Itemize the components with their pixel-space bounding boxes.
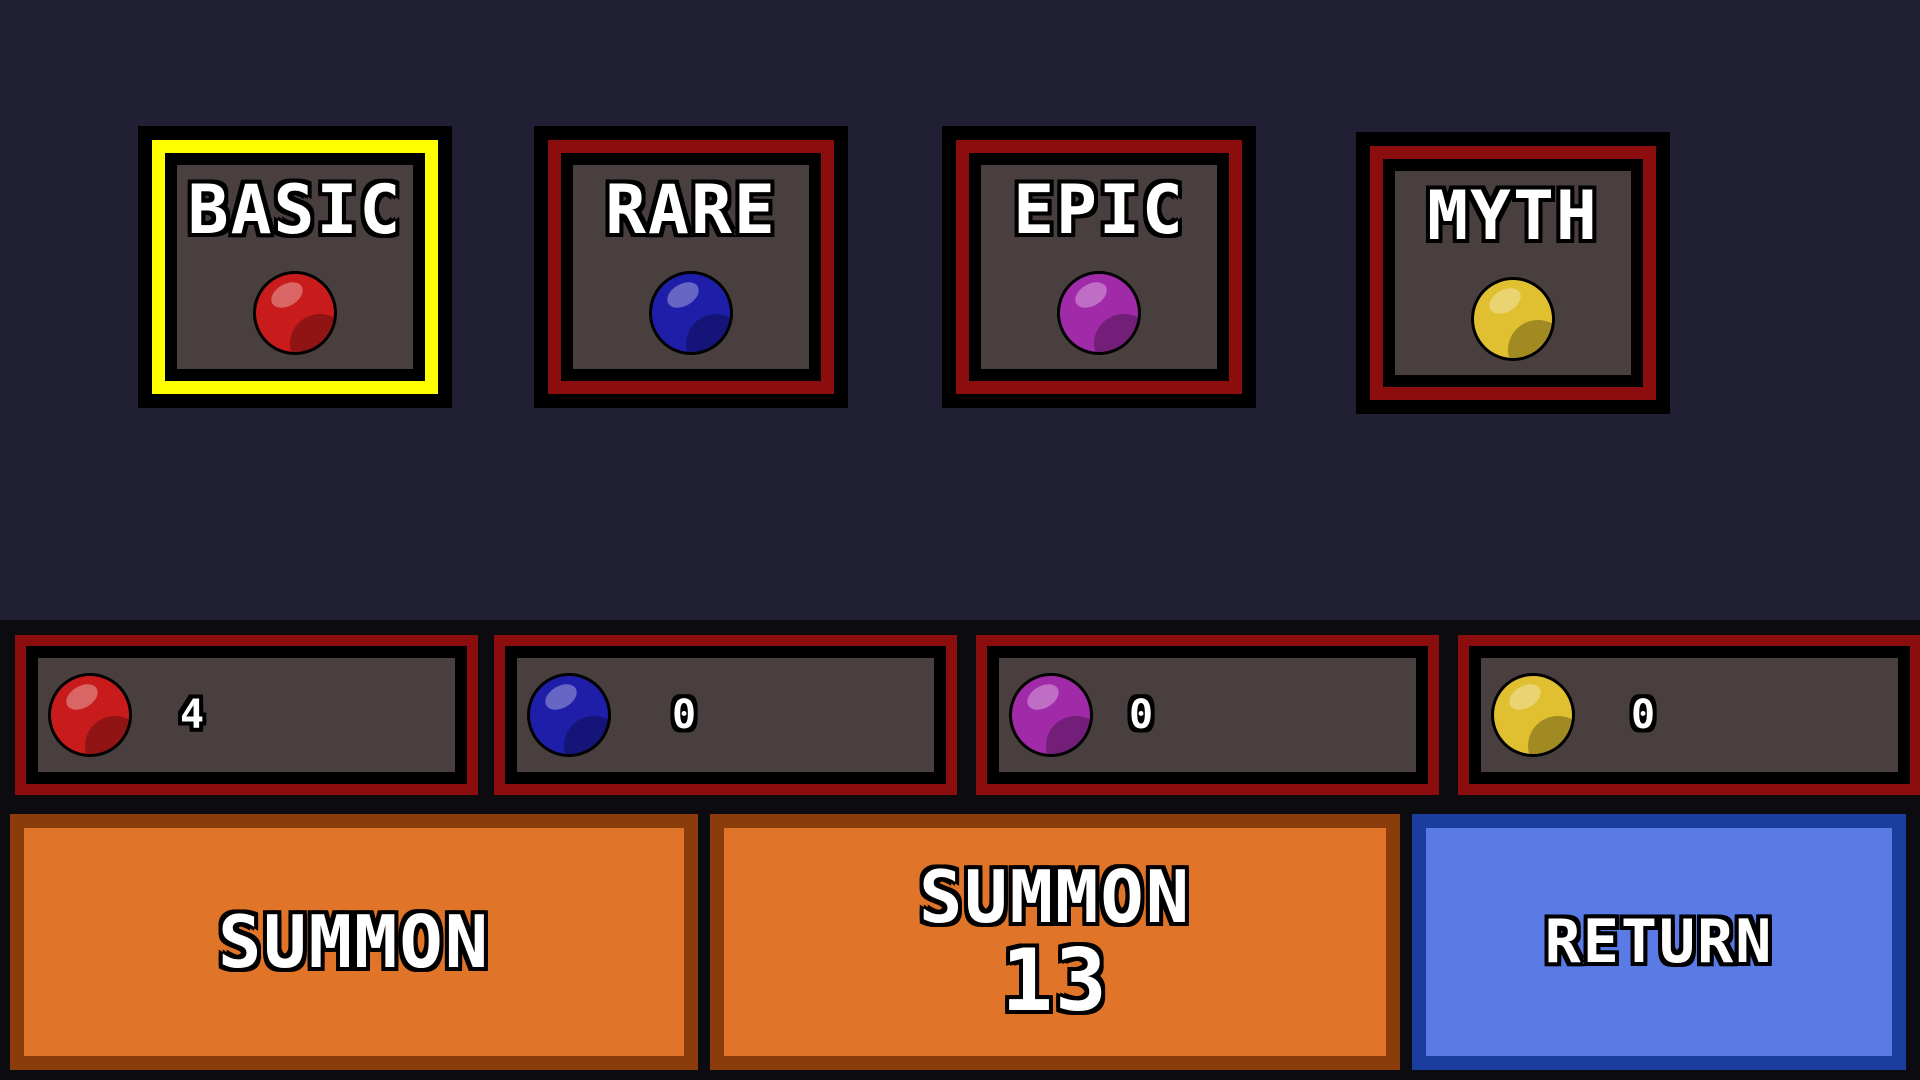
red-orb-icon xyxy=(48,673,132,757)
currency-count-red: 4 xyxy=(180,692,207,738)
tier-label-rare: RARE xyxy=(605,171,777,250)
currency-panel-blue: 0 xyxy=(505,646,946,784)
tier-label-epic: EPIC xyxy=(1013,171,1185,250)
currency-bar: 4 0 0 0 xyxy=(0,620,1920,806)
tier-label-myth: MYTH xyxy=(1427,177,1599,256)
tier-card-epic[interactable]: EPIC xyxy=(942,126,1256,408)
tier-frame-rare: RARE xyxy=(548,140,834,394)
red-orb-icon xyxy=(253,271,337,355)
return-button[interactable]: RETURN xyxy=(1412,814,1906,1070)
purple-orb-icon xyxy=(1009,673,1093,757)
tier-panel-epic: EPIC xyxy=(969,153,1229,381)
blue-orb-icon xyxy=(649,271,733,355)
currency-slot-yellow: 0 xyxy=(1458,635,1920,795)
summon-multi-count: 13 xyxy=(1001,931,1109,1031)
currency-slot-red: 4 xyxy=(15,635,478,795)
tier-frame-epic: EPIC xyxy=(956,140,1242,394)
currency-panel-purple: 0 xyxy=(987,646,1428,784)
yellow-orb-icon xyxy=(1471,277,1555,361)
tier-panel-basic: BASIC xyxy=(165,153,425,381)
yellow-orb-icon xyxy=(1491,673,1575,757)
purple-orb-icon xyxy=(1057,271,1141,355)
currency-panel-red: 4 xyxy=(26,646,467,784)
tier-label-basic: BASIC xyxy=(187,171,403,250)
summon-multi-button-label: SUMMON xyxy=(918,855,1192,939)
tier-frame-basic: BASIC xyxy=(152,140,438,394)
action-bar: SUMMON SUMMON 13 RETURN xyxy=(0,806,1920,1080)
tier-card-myth[interactable]: MYTH xyxy=(1356,132,1670,414)
return-button-label: RETURN xyxy=(1544,907,1774,977)
currency-count-purple: 0 xyxy=(1129,692,1156,738)
currency-slot-purple: 0 xyxy=(976,635,1439,795)
tier-card-basic[interactable]: BASIC xyxy=(138,126,452,408)
tier-card-rare[interactable]: RARE xyxy=(534,126,848,408)
currency-count-blue: 0 xyxy=(672,692,699,738)
summon-button[interactable]: SUMMON xyxy=(10,814,698,1070)
currency-slot-blue: 0 xyxy=(494,635,957,795)
currency-panel-yellow: 0 xyxy=(1469,646,1910,784)
currency-count-yellow: 0 xyxy=(1631,692,1658,738)
tier-panel-myth: MYTH xyxy=(1383,159,1643,387)
blue-orb-icon xyxy=(527,673,611,757)
summon-button-label: SUMMON xyxy=(217,900,491,984)
tier-frame-myth: MYTH xyxy=(1370,146,1656,400)
tier-panel-rare: RARE xyxy=(561,153,821,381)
summon-multi-button[interactable]: SUMMON 13 xyxy=(710,814,1400,1070)
